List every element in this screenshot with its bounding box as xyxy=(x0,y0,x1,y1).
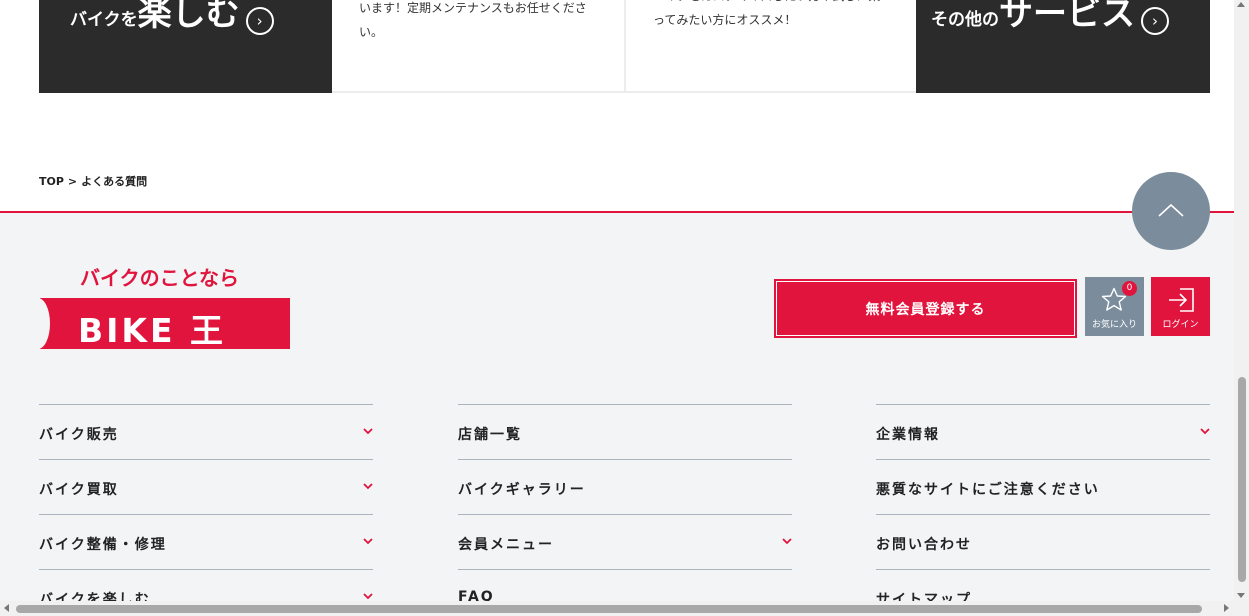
footer-nav-col-3: 企業情報 悪質なサイトにご注意ください お問い合わせ サイトマップ xyxy=(876,404,1210,616)
chevron-right-circle-icon: › xyxy=(1141,6,1169,35)
other-services-card[interactable]: その他のサービス › xyxy=(916,0,1210,93)
other-card-small-text: その他の xyxy=(931,10,999,30)
scroll-down-arrow-icon[interactable] xyxy=(1237,593,1245,598)
nav-item-bike-sales[interactable]: バイク販売 xyxy=(39,404,373,459)
favorites-label: お気に入り xyxy=(1091,320,1137,330)
enjoy-card-big-text: 楽しむ xyxy=(137,0,240,34)
login-label: ログイン xyxy=(1162,320,1199,330)
maintenance-card[interactable]: います！定期メンテナンスもお任せください。 xyxy=(332,0,624,93)
nav-item-fraud-warning[interactable]: 悪質なサイトにご注意ください xyxy=(876,459,1210,514)
breadcrumb-separator: > xyxy=(67,175,78,188)
scroll-left-arrow-icon[interactable] xyxy=(4,604,9,612)
footer-nav-col-1: バイク販売 バイク買取 バイク整備・修理 バイクを楽しむ xyxy=(39,404,373,616)
chevron-down-icon xyxy=(363,483,373,490)
chevron-down-icon xyxy=(363,593,373,600)
free-registration-button[interactable]: 無料会員登録する xyxy=(774,279,1077,338)
nav-item-contact[interactable]: お問い合わせ xyxy=(876,514,1210,569)
logo-wordmark-bar: BIKE 王 xyxy=(40,298,290,349)
nav-item-bike-gallery[interactable]: バイクギャラリー xyxy=(458,459,792,514)
chevron-right-circle-icon: › xyxy=(245,6,274,35)
maintenance-card-desc: います！定期メンテナンスもお任せください。 xyxy=(359,1,587,39)
scroll-up-arrow-icon[interactable] xyxy=(1237,2,1245,7)
logo-wordmark: BIKE 王 xyxy=(78,311,227,349)
service-cards: バイクを楽しむ› います！定期メンテナンスもお任せください。 バイクをカスタマイ… xyxy=(39,0,1210,93)
chevron-down-icon xyxy=(363,428,373,435)
chevron-down-icon xyxy=(1200,428,1210,435)
enjoy-bike-card[interactable]: バイクを楽しむ › xyxy=(39,0,332,93)
nav-item-bike-maintenance[interactable]: バイク整備・修理 xyxy=(39,514,373,569)
footer-nav-col-2: 店舗一覧 バイクギャラリー 会員メニュー FAQ xyxy=(458,404,792,616)
nav-item-member-menu[interactable]: 会員メニュー xyxy=(458,514,792,569)
horizontal-scroll-thumb[interactable] xyxy=(16,605,1202,613)
vertical-scrollbar[interactable] xyxy=(1234,0,1249,601)
scroll-right-arrow-icon[interactable] xyxy=(1224,604,1229,612)
favorites-count-badge: 0 xyxy=(1122,281,1137,296)
chevron-down-icon xyxy=(363,538,373,545)
login-icon xyxy=(1169,288,1194,312)
chevron-up-icon xyxy=(1158,203,1184,217)
breadcrumb-top-link[interactable]: TOP xyxy=(39,175,64,188)
nav-item-bike-purchase[interactable]: バイク買取 xyxy=(39,459,373,514)
nav-item-store-list[interactable]: 店舗一覧 xyxy=(458,404,792,459)
other-card-big-text: サービス xyxy=(999,0,1135,34)
chevron-down-icon xyxy=(782,538,792,545)
rental-card-desc: バイクをカスタマイズしたい方や試しに乗 ってみたい方にオススメ！ xyxy=(653,0,893,32)
rental-card-desc-line2: ってみたい方にオススメ！ xyxy=(653,13,797,27)
rental-card[interactable]: バイクをカスタマイズしたい方や試しに乗 ってみたい方にオススメ！ xyxy=(624,0,916,93)
breadcrumb: TOP > よくある質問 xyxy=(39,173,151,189)
vertical-scroll-thumb[interactable] xyxy=(1238,377,1246,582)
logo-tagline: バイクのことなら xyxy=(80,266,239,290)
login-button[interactable]: ログイン xyxy=(1151,277,1210,336)
favorites-button[interactable]: 0 お気に入り xyxy=(1085,277,1144,336)
page-top-button[interactable] xyxy=(1132,172,1210,250)
nav-item-company-info[interactable]: 企業情報 xyxy=(876,404,1210,459)
rental-card-desc-line1: バイクをカスタマイズしたい方や試しに乗 xyxy=(653,0,893,8)
breadcrumb-current: よくある質問 xyxy=(81,175,148,188)
horizontal-scrollbar[interactable] xyxy=(0,601,1249,616)
enjoy-card-small-text: バイクを xyxy=(70,10,138,30)
